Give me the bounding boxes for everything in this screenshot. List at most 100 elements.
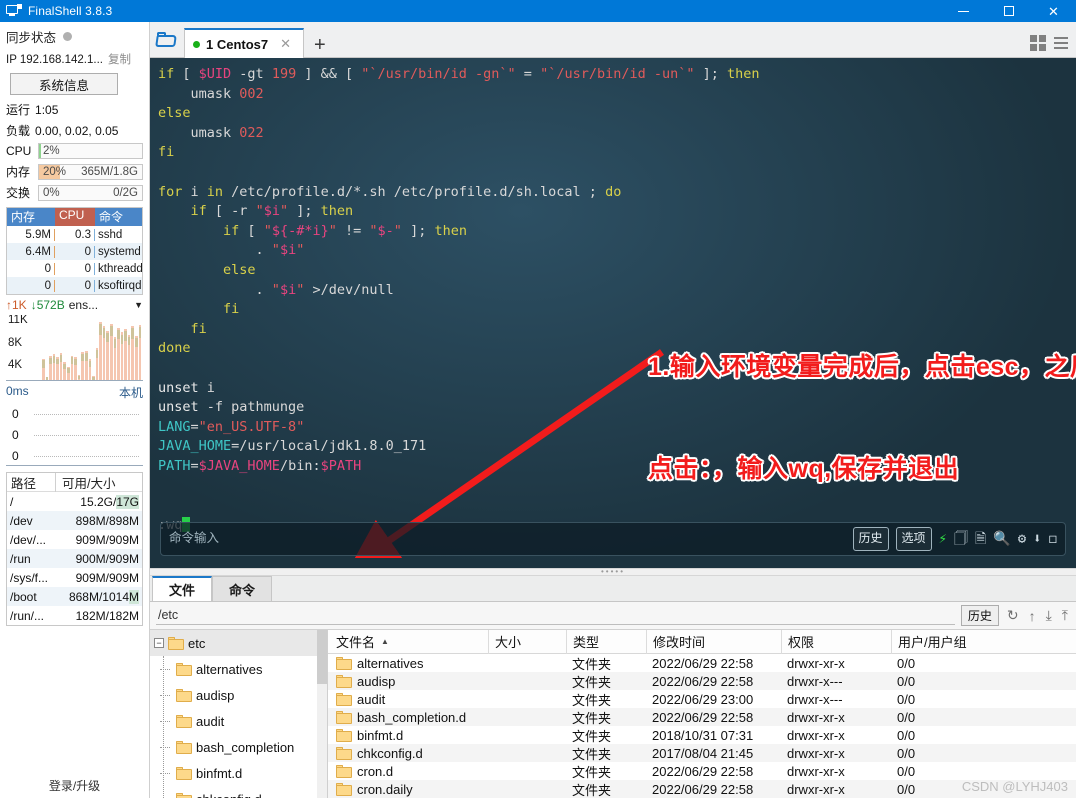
process-col-cpu[interactable]: CPU bbox=[55, 208, 95, 226]
terminal-history-button[interactable]: 历史 bbox=[852, 527, 889, 551]
process-row[interactable]: 6.4M 0 systemd bbox=[7, 243, 142, 260]
file-row[interactable]: chkconfig.d 文件夹 2017/08/04 21:45 drwxr-xr-x… bbox=[328, 744, 1076, 762]
file-row[interactable]: binfmt.d 文件夹 2018/10/31 07:31 drwxr-xr-x 0/0 bbox=[328, 726, 1076, 744]
session-tab-centos7[interactable]: 1 Centos7 ✕ bbox=[184, 28, 304, 58]
lightning-icon[interactable]: ⚡ bbox=[939, 532, 947, 546]
meter-label: 内存 bbox=[6, 165, 31, 179]
column-header-filename[interactable]: 文件名 ▲ bbox=[328, 630, 488, 654]
file-name-cell: audit bbox=[328, 690, 488, 708]
maximize-button[interactable] bbox=[986, 0, 1031, 22]
latency-axis-tick: 0 bbox=[12, 428, 19, 442]
file-row[interactable]: cron.d 文件夹 2022/06/29 22:58 drwxr-xr-x 0/0 bbox=[328, 762, 1076, 780]
meter-label: CPU bbox=[6, 144, 32, 158]
file-row[interactable]: audisp 文件夹 2022/06/29 22:58 drwxr-x--- 0/0 bbox=[328, 672, 1076, 690]
watermark-text: CSDN @LYHJ403 bbox=[961, 779, 1068, 794]
tree-row-root[interactable]: − etc bbox=[150, 630, 327, 656]
tree-row[interactable]: alternatives bbox=[150, 656, 327, 682]
process-row[interactable]: 0 0 kthreadd bbox=[7, 260, 142, 277]
disk-path: /run/... bbox=[10, 608, 45, 623]
file-row[interactable]: bash_completion.d 文件夹 2022/06/29 22:58 drwx… bbox=[328, 708, 1076, 726]
command-input-bar[interactable]: 命令输入 历史 选项 ⚡ 🗍 🗎 🔍 ⚙ ⬇ ◻ bbox=[160, 522, 1066, 556]
chevron-down-icon[interactable]: ▼ bbox=[134, 300, 143, 310]
upload-icon[interactable]: ↑ bbox=[1027, 608, 1038, 624]
refresh-icon[interactable]: ↻ bbox=[1005, 607, 1021, 624]
tab-close-icon[interactable]: ✕ bbox=[280, 36, 291, 52]
network-bar bbox=[124, 328, 127, 380]
disk-usage-table: 路径 可用/大小 /15.2G/17G/dev 898M/898M/dev/...… bbox=[6, 472, 143, 626]
process-cmd: systemd bbox=[98, 245, 141, 258]
folder-open-icon[interactable] bbox=[150, 23, 184, 57]
disk-row[interactable]: /dev 898M/898M bbox=[7, 511, 142, 530]
file-name-cell: cron.daily bbox=[328, 780, 488, 798]
close-button[interactable]: ✕ bbox=[1031, 0, 1076, 22]
process-table-header: 内存 CPU 命令 bbox=[7, 208, 142, 226]
network-bar bbox=[135, 336, 138, 380]
tree-scrollbar[interactable] bbox=[317, 630, 327, 798]
column-header-permissions[interactable]: 权限 bbox=[781, 629, 891, 654]
new-tab-button[interactable]: + bbox=[304, 35, 336, 57]
window-icon[interactable]: ◻ bbox=[1049, 532, 1057, 546]
file-row[interactable]: audit 文件夹 2022/06/29 23:00 drwxr-x--- 0/0 bbox=[328, 690, 1076, 708]
terminal-line: umask 022 bbox=[158, 124, 264, 141]
disk-row[interactable]: /boot 868M/1014M bbox=[7, 587, 142, 606]
disk-table-body: / 15.2G/17G/dev 898M/898M/dev/... 909M/909M… bbox=[7, 492, 142, 625]
network-bar bbox=[56, 356, 59, 380]
tree-scrollbar-thumb[interactable] bbox=[317, 630, 327, 684]
folder-icon bbox=[336, 782, 352, 796]
disk-row[interactable]: /sys/f... 909M/909M bbox=[7, 568, 142, 587]
gear-icon[interactable]: ⚙ bbox=[1018, 532, 1026, 546]
terminal-options-button[interactable]: 选项 bbox=[895, 527, 932, 551]
minimize-button[interactable] bbox=[941, 0, 986, 22]
process-col-cmd[interactable]: 命令 bbox=[95, 208, 142, 226]
tree-row[interactable]: audit bbox=[150, 708, 327, 734]
network-bar bbox=[81, 351, 84, 380]
copy-ip-link[interactable]: 复制 bbox=[108, 51, 131, 67]
pane-splitter[interactable]: ••••• bbox=[150, 568, 1076, 576]
column-header-modified[interactable]: 修改时间 bbox=[646, 629, 781, 654]
tree-row[interactable]: binfmt.d bbox=[150, 760, 327, 786]
process-row[interactable]: 0 0 ksoftirqd bbox=[7, 277, 142, 294]
disk-row[interactable]: /run 900M/909M bbox=[7, 549, 142, 568]
disk-path: / bbox=[10, 494, 14, 509]
path-input[interactable]: /etc bbox=[156, 606, 955, 625]
terminal-line: if [ -r "$i" ]; then bbox=[190, 203, 354, 220]
process-cmd: ksoftirqd bbox=[98, 279, 142, 292]
tree-row[interactable]: chkconfig.d bbox=[150, 786, 327, 798]
latency-graph: 0 0 0 bbox=[6, 404, 143, 466]
terminal-pane[interactable]: if [ $UID -gt 199 ] && [ "`/usr/bin/id -… bbox=[150, 58, 1076, 568]
latency-value: 0ms bbox=[6, 384, 29, 398]
disk-row[interactable]: / 15.2G/17G bbox=[7, 492, 142, 511]
paste-icon[interactable]: 🗎 bbox=[975, 532, 986, 546]
column-label-filename: 文件名 bbox=[336, 635, 376, 650]
network-upload-value: ↑1K bbox=[6, 298, 27, 312]
disk-row[interactable]: /run/... 182M/182M bbox=[7, 606, 142, 625]
file-history-button[interactable]: 历史 bbox=[960, 605, 999, 626]
login-upgrade-link[interactable]: 登录/升级 bbox=[0, 777, 149, 794]
grid-view-icon[interactable] bbox=[1030, 35, 1046, 51]
file-manager-tab[interactable]: 文件 bbox=[152, 576, 213, 601]
tree-row[interactable]: bash_completion bbox=[150, 734, 327, 760]
tree-collapse-icon[interactable]: − bbox=[154, 638, 164, 648]
disk-path: /dev/... bbox=[10, 532, 47, 547]
tree-row[interactable]: audisp bbox=[150, 682, 327, 708]
system-info-button[interactable]: 系统信息 bbox=[10, 73, 118, 95]
column-header-owner[interactable]: 用户/用户组 bbox=[891, 629, 1076, 654]
folder-icon bbox=[336, 746, 352, 760]
search-icon[interactable]: 🔍 bbox=[993, 532, 1010, 546]
network-bar bbox=[131, 326, 135, 380]
disk-row[interactable]: /dev/... 909M/909M bbox=[7, 530, 142, 549]
file-permissions-cell: drwxr-xr-x bbox=[787, 781, 845, 797]
column-header-size[interactable]: 大小 bbox=[488, 629, 566, 654]
process-row[interactable]: 5.9M 0.3 sshd bbox=[7, 226, 142, 243]
download-to-icon[interactable]: ⤓ bbox=[1044, 607, 1054, 624]
column-header-type[interactable]: 类型 bbox=[566, 629, 646, 654]
download-icon[interactable]: ⬇ bbox=[1033, 532, 1041, 546]
process-col-mem[interactable]: 内存 bbox=[7, 208, 55, 226]
network-bar bbox=[127, 334, 131, 380]
hamburger-menu-icon[interactable] bbox=[1054, 37, 1068, 49]
copy-icon[interactable]: 🗍 bbox=[954, 532, 968, 546]
upload-from-icon[interactable]: ⤒ bbox=[1060, 607, 1070, 624]
file-manager-tab[interactable]: 命令 bbox=[212, 576, 273, 601]
file-row[interactable]: alternatives 文件夹 2022/06/29 22:58 drwxr-xr-… bbox=[328, 654, 1076, 672]
file-type-cell: 文件夹 bbox=[572, 764, 612, 780]
